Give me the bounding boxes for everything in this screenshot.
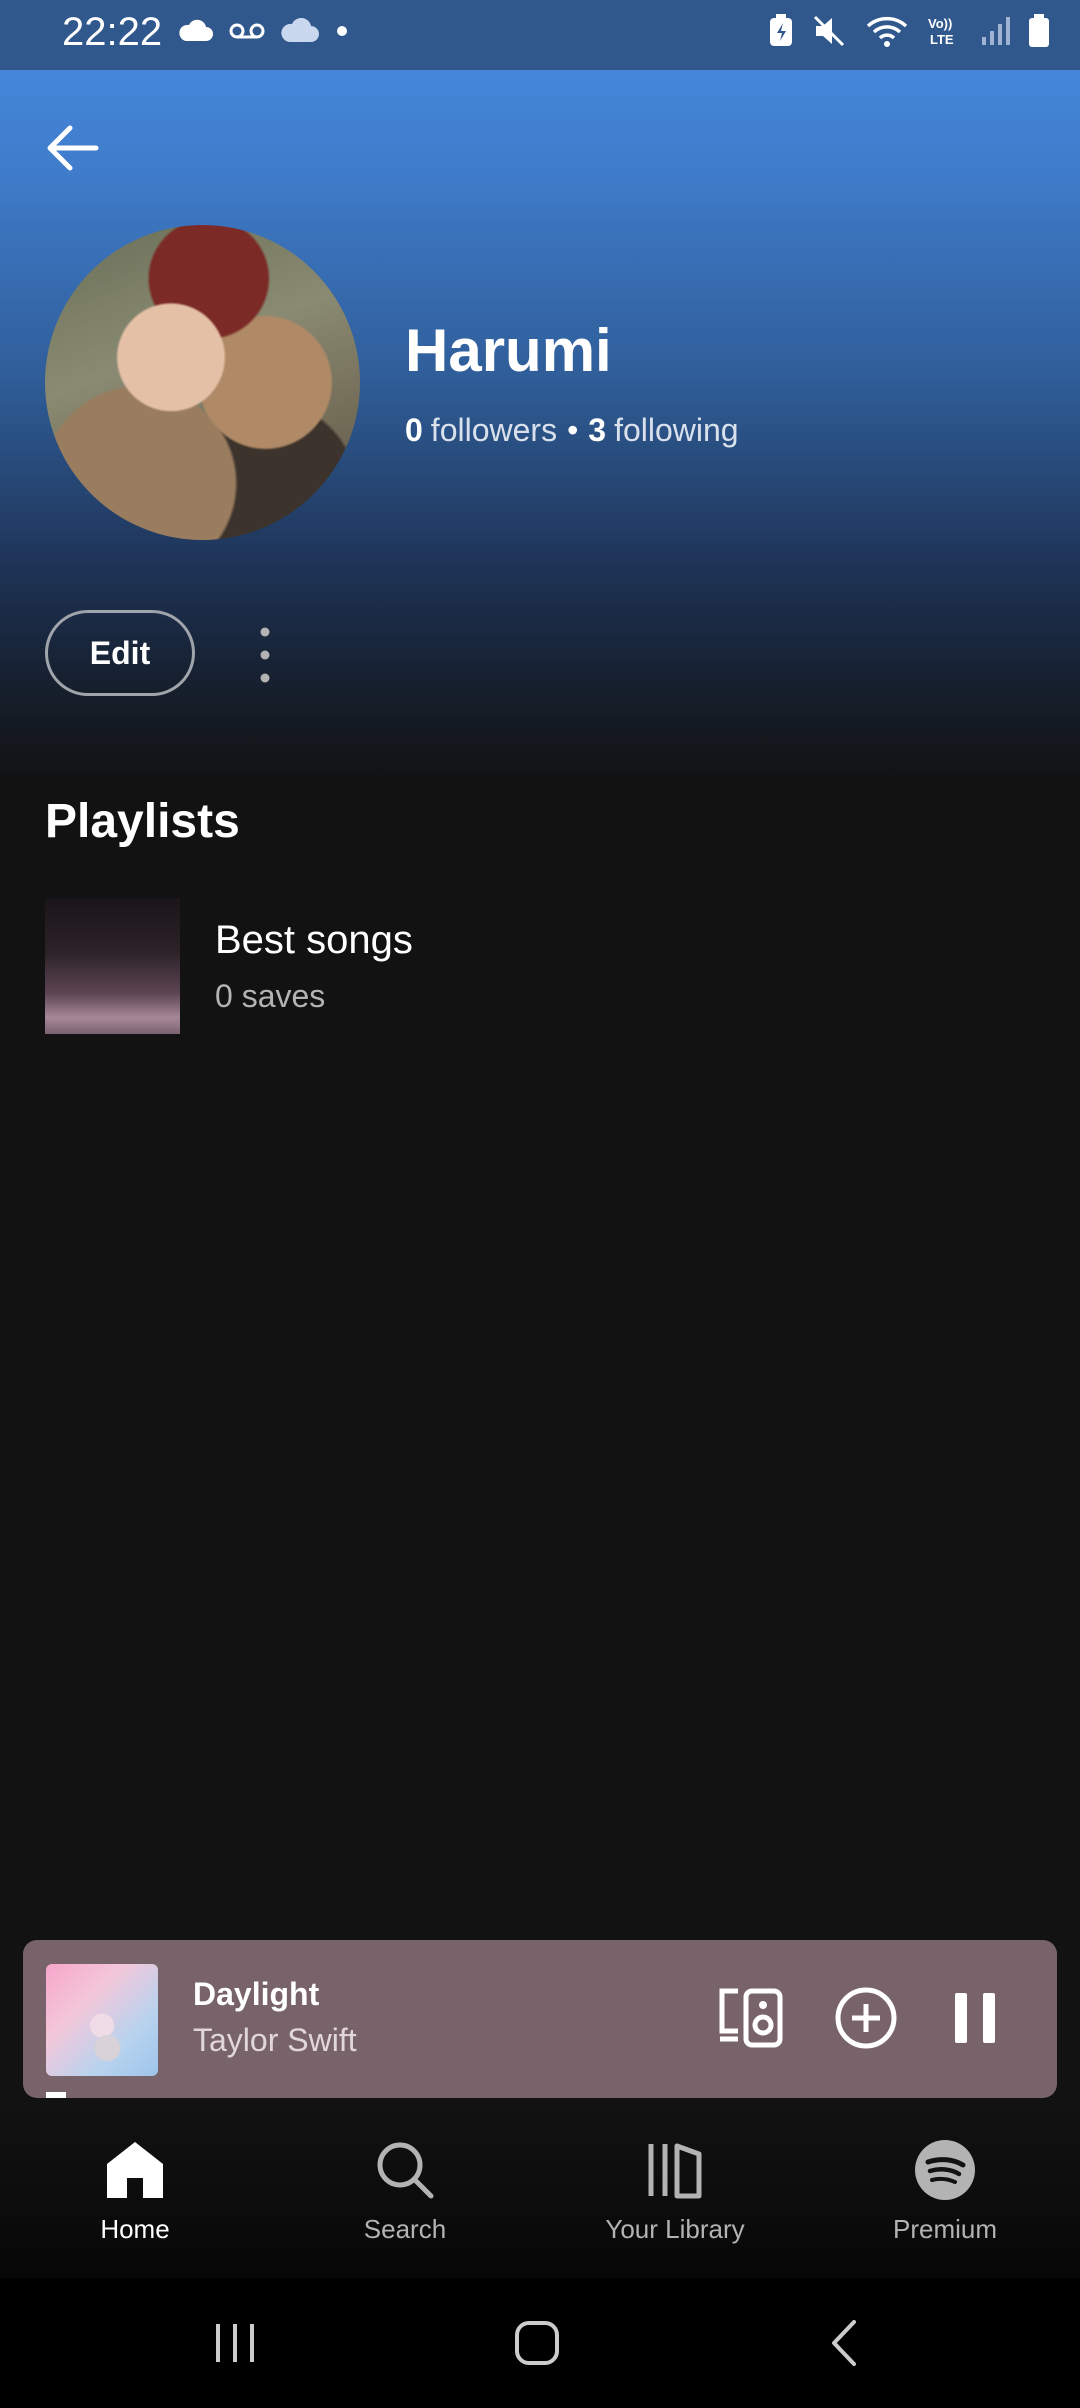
followers-count[interactable]: 0 <box>405 412 423 449</box>
playlists-heading: Playlists <box>45 795 240 848</box>
edit-profile-button[interactable]: Edit <box>45 610 195 696</box>
follow-stats: 0 followers • 3 following <box>405 412 739 449</box>
pause-button[interactable] <box>949 1985 1001 2056</box>
following-count[interactable]: 3 <box>588 412 606 449</box>
arrow-left-icon <box>47 125 99 171</box>
pause-icon <box>955 1993 995 2043</box>
nav-premium[interactable]: Premium <box>835 2138 1055 2245</box>
more-vertical-icon <box>260 627 270 683</box>
profile-name: Harumi <box>405 317 612 384</box>
back-button[interactable] <box>40 112 112 184</box>
svg-text:LTE: LTE <box>930 32 954 47</box>
back-system-button[interactable] <box>820 2318 870 2373</box>
nav-premium-label: Premium <box>892 2214 997 2244</box>
playlist-item[interactable]: Best songs 0 saves <box>45 898 1035 1034</box>
wifi-icon <box>864 14 910 48</box>
devices-icon <box>719 1988 783 2048</box>
cloud-icon <box>280 18 320 44</box>
battery-saver-icon <box>768 14 794 48</box>
status-left-icons <box>178 18 350 44</box>
profile-screen: 22:22 Vo)) LTE Harumi 0 followers • 3 fo… <box>0 0 1080 2408</box>
search-icon <box>373 2138 437 2202</box>
stats-separator: • <box>567 412 579 448</box>
mute-icon <box>812 14 846 48</box>
home-system-button[interactable] <box>512 2318 562 2373</box>
playlist-title: Best songs <box>215 918 413 962</box>
chevron-left-icon <box>832 2320 856 2366</box>
nav-library-label: Your Library <box>605 2214 745 2244</box>
connect-device-button[interactable] <box>716 1985 786 2056</box>
nav-your-library[interactable]: Your Library <box>565 2138 785 2245</box>
svg-text:Vo)): Vo)) <box>928 16 952 31</box>
playlist-cover <box>45 898 180 1034</box>
status-right-icons: Vo)) LTE <box>768 14 1050 48</box>
library-icon <box>643 2138 707 2202</box>
voicemail-icon <box>228 21 266 41</box>
more-options-button[interactable] <box>250 620 280 690</box>
now-playing-artist: Taylor Swift <box>193 2022 357 2058</box>
dot-icon <box>334 23 350 39</box>
add-to-library-button[interactable] <box>833 1985 899 2056</box>
recent-apps-icon <box>216 2324 254 2362</box>
cloud-icon <box>178 19 214 43</box>
now-playing-bar[interactable]: Daylight Taylor Swift <box>23 1940 1057 2098</box>
following-label[interactable]: following <box>614 412 739 449</box>
profile-avatar[interactable] <box>45 225 360 540</box>
nav-search[interactable]: Search <box>295 2138 515 2245</box>
now-playing-artwork <box>46 1964 158 2076</box>
home-square-icon <box>515 2321 559 2365</box>
signal-icon <box>980 15 1010 47</box>
recent-apps-button[interactable] <box>210 2318 260 2373</box>
status-bar: 22:22 Vo)) LTE <box>0 0 1080 70</box>
nav-home-label: Home <box>100 2214 170 2244</box>
nav-home[interactable]: Home <box>25 2138 245 2245</box>
status-time: 22:22 <box>62 10 163 54</box>
battery-icon <box>1028 14 1050 48</box>
home-icon <box>103 2138 167 2202</box>
followers-label[interactable]: followers <box>431 412 557 449</box>
bottom-navigation: Home Search Your Library Premium <box>0 2098 1080 2278</box>
spotify-icon <box>913 2138 977 2202</box>
playlist-saves: 0 saves <box>215 978 326 1014</box>
nav-search-label: Search <box>363 2214 447 2244</box>
plus-circle-icon <box>835 1987 897 2049</box>
system-navigation-bar <box>0 2278 1080 2408</box>
volte-icon: Vo)) LTE <box>928 14 962 48</box>
now-playing-title: Daylight <box>193 1976 320 2012</box>
